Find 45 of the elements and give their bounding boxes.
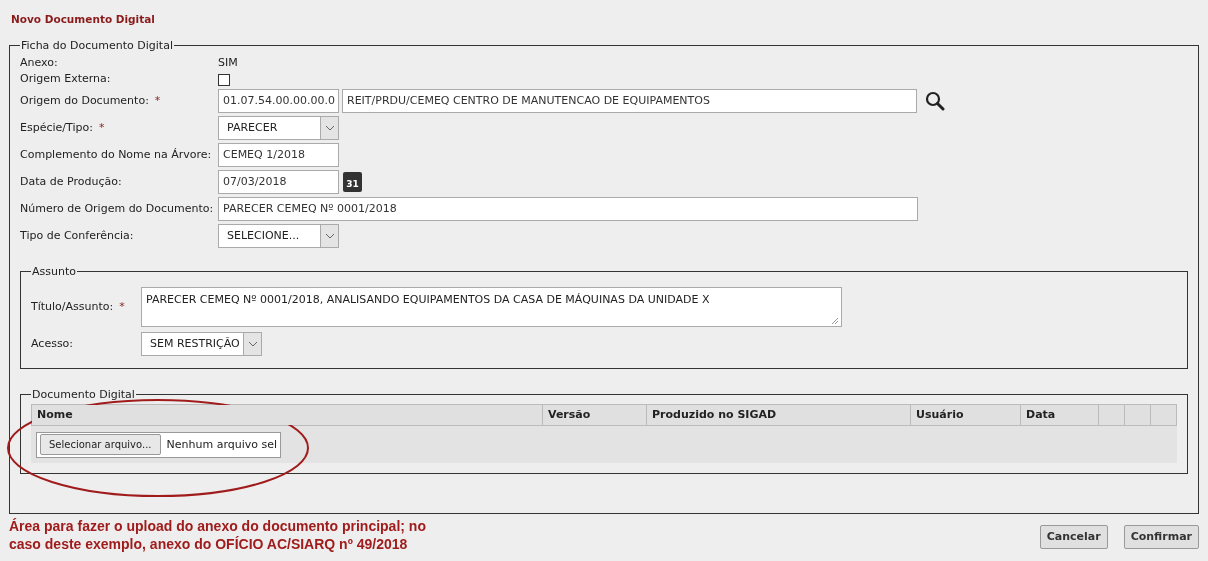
calendar-icon[interactable]: 31 bbox=[343, 172, 362, 193]
search-icon[interactable] bbox=[925, 91, 945, 112]
panel-legend: Documento Digital bbox=[31, 388, 136, 400]
field-label: Origem do Documento: bbox=[20, 93, 149, 109]
origin-field[interactable]: REIT/PRDU/CEMEQ CENTRO DE MANUTENCAO DE EQUIPAMENTOS bbox=[342, 89, 917, 114]
panel-legend: Assunto bbox=[31, 265, 77, 277]
field-label: Complemento do Nome na Árvore: bbox=[20, 147, 212, 163]
choose-file-button[interactable]: Selecionar arquivo... bbox=[40, 434, 161, 456]
text-field[interactable]: PARECER CEMEQ Nº 0001/2018 bbox=[218, 197, 918, 222]
file-status: Nenhum arquivo sel bbox=[166, 436, 277, 453]
chevron-icon bbox=[320, 117, 338, 140]
field-label: Anexo: bbox=[20, 54, 58, 71]
field-label: Origem Externa: bbox=[20, 71, 111, 88]
action-button[interactable]: Cancelar bbox=[1039, 524, 1108, 550]
code-field[interactable]: 01.07.54.00.00.00.0 bbox=[218, 89, 339, 114]
required-mark: * bbox=[98, 120, 105, 136]
file-input[interactable]: Selecionar arquivo... Nenhum arquivo sel bbox=[36, 431, 281, 458]
subject-field[interactable]: PARECER CEMEQ Nº 0001/2018, ANALISANDO EQUIPAMENTOS DA CASA DE MÁQUINAS DA UNIDADE X bbox=[141, 286, 842, 327]
required-mark: * bbox=[119, 298, 125, 315]
chevron-icon bbox=[320, 225, 338, 248]
action-button[interactable]: Confirmar bbox=[1123, 524, 1199, 550]
column-header: Data bbox=[1020, 404, 1099, 426]
field-label: Data de Produção: bbox=[20, 174, 122, 190]
page-title: Novo Documento Digital bbox=[11, 12, 156, 27]
annotation-note: Área para fazer o upload do anexo do documento principal; no caso deste exemplo, anexo do OFÍCIO AC/SIARQ nº 49/2018 bbox=[9, 516, 427, 554]
field-label: Tipo de Conferência: bbox=[20, 228, 134, 244]
chevron-icon bbox=[243, 333, 261, 356]
resize-grip-icon bbox=[831, 316, 839, 325]
field-value: SIM bbox=[218, 54, 238, 71]
select-field[interactable]: SEM RESTRIÇÃO bbox=[141, 332, 262, 357]
field-label: Espécie/Tipo: bbox=[20, 120, 93, 136]
select-field[interactable]: SELECIONE... bbox=[218, 224, 339, 249]
field-label: Acesso: bbox=[31, 336, 74, 352]
column-header: Versão bbox=[542, 404, 647, 426]
field-label: Número de Origem do Documento: bbox=[20, 201, 214, 217]
column-header: Produzido no SIGAD bbox=[646, 404, 911, 426]
checkbox[interactable] bbox=[218, 73, 230, 86]
date-field[interactable]: 07/03/2018 bbox=[218, 170, 339, 195]
panel-legend: Ficha do Documento Digital bbox=[20, 39, 174, 51]
select-field[interactable]: PARECER bbox=[218, 116, 339, 141]
field-label: Título/Assunto: bbox=[31, 298, 114, 315]
column-header: Nome bbox=[31, 404, 543, 426]
text-field[interactable]: CEMEQ 1/2018 bbox=[218, 143, 339, 168]
column-header: Usuário bbox=[910, 404, 1021, 426]
required-mark: * bbox=[154, 93, 161, 109]
